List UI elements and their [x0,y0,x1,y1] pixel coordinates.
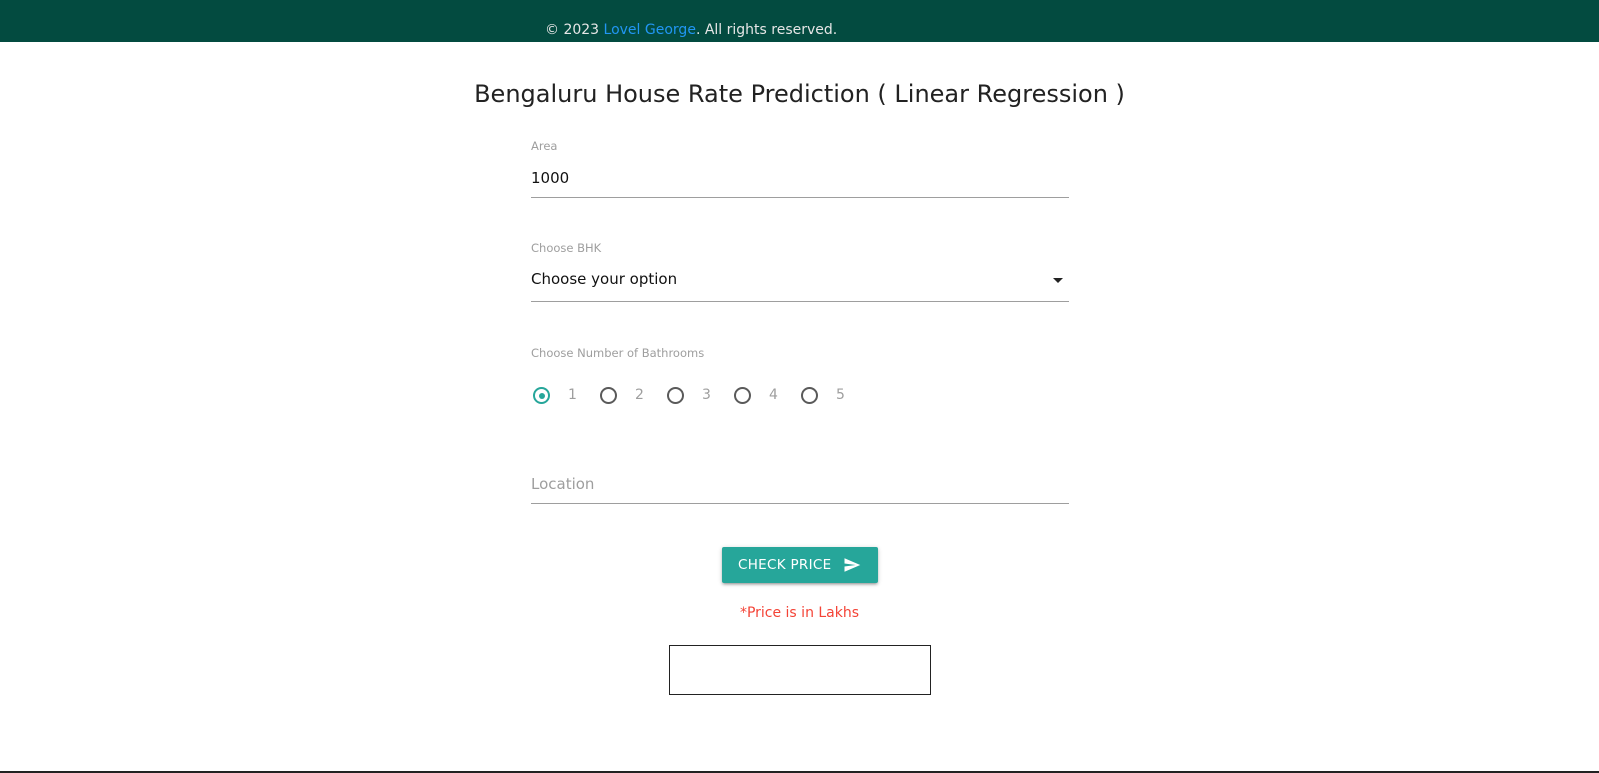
caret-down-icon [1053,278,1063,283]
copyright-prefix: © 2023 [545,22,604,38]
check-price-button[interactable]: CHECK PRICE [722,547,878,583]
area-label: Area [531,139,558,153]
price-result-box [669,645,931,695]
bathroom-option-label: 2 [635,387,644,403]
radio-dot [538,392,545,399]
bathroom-option-label: 1 [568,387,577,403]
copyright-bar: © 2023 Lovel George. All rights reserved… [0,0,1599,42]
radio-checked-icon[interactable] [533,387,550,404]
bathroom-option-label: 4 [769,387,778,403]
radio-unchecked-icon[interactable] [734,387,751,404]
send-icon [844,558,861,572]
author-link[interactable]: Lovel George [604,22,696,38]
bhk-selected-value: Choose your option [531,270,678,288]
radio-unchecked-icon[interactable] [600,387,617,404]
page-title: Bengaluru House Rate Prediction ( Linear… [474,80,1125,108]
bathroom-option-label: 5 [836,387,845,403]
radio-unchecked-icon[interactable] [801,387,818,404]
bathrooms-label: Choose Number of Bathrooms [531,346,705,360]
bhk-label: Choose BHK [531,241,602,255]
area-input[interactable] [531,158,1069,198]
location-input[interactable] [531,464,1069,504]
price-unit-note: *Price is in Lakhs [739,605,860,621]
radio-unchecked-icon[interactable] [667,387,684,404]
bhk-select[interactable]: Choose your option [531,260,1069,302]
bathroom-option-label: 3 [702,387,711,403]
copyright-suffix: . All rights reserved. [695,22,838,38]
check-price-label: CHECK PRICE [738,557,832,573]
copyright-text: © 2023 Lovel George. All rights reserved… [545,22,837,38]
